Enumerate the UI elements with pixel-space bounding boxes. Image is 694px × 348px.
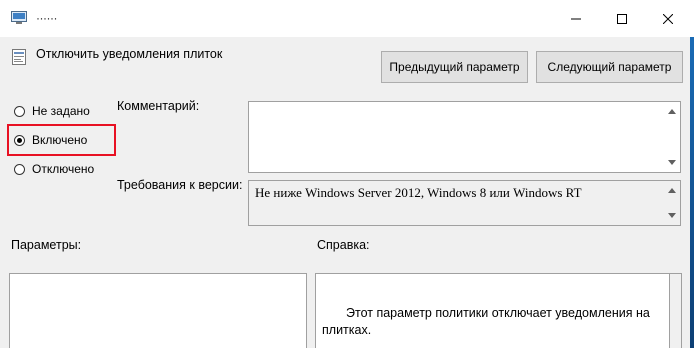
- params-panel[interactable]: [9, 273, 307, 348]
- policy-setting-icon: [12, 49, 26, 65]
- help-scrollbar[interactable]: [670, 273, 682, 348]
- help-label: Справка:: [317, 238, 370, 252]
- radio-not-configured[interactable]: Не задано: [14, 104, 90, 118]
- version-value: Не ниже Windows Server 2012, Windows 8 и…: [255, 185, 582, 200]
- scroll-up-icon[interactable]: [668, 188, 676, 193]
- close-icon: [663, 13, 673, 24]
- help-panel[interactable]: Этот параметр политики отключает уведомл…: [315, 273, 670, 348]
- radio-dot[interactable]: [14, 105, 25, 117]
- scroll-down-icon[interactable]: [668, 160, 676, 165]
- version-scrollbar[interactable]: [665, 182, 679, 224]
- radio-disabled[interactable]: Отключено: [14, 162, 94, 176]
- comment-scrollbar[interactable]: [665, 103, 679, 171]
- next-setting-button[interactable]: Следующий параметр: [536, 51, 683, 83]
- maximize-icon: [617, 13, 627, 24]
- comment-field[interactable]: [248, 101, 681, 173]
- setting-title: Отключить уведомления плиток: [36, 47, 223, 61]
- highlight-box: [7, 124, 116, 156]
- title-bar: ······: [0, 0, 694, 37]
- minimize-icon: [571, 18, 581, 19]
- minimize-button[interactable]: [553, 0, 599, 37]
- scroll-up-icon[interactable]: [668, 109, 676, 114]
- radio-label: Отключено: [32, 162, 95, 176]
- window-title: ······: [36, 11, 57, 25]
- scroll-down-icon[interactable]: [668, 213, 676, 218]
- version-label: Требования к версии:: [117, 178, 243, 192]
- close-button[interactable]: [645, 0, 691, 37]
- desktop-background-edge: [690, 37, 694, 348]
- params-label: Параметры:: [11, 238, 82, 252]
- radio-label: Не задано: [32, 104, 90, 118]
- comment-label: Комментарий:: [117, 99, 200, 113]
- version-field: Не ниже Windows Server 2012, Windows 8 и…: [248, 180, 681, 226]
- maximize-button[interactable]: [599, 0, 645, 37]
- previous-setting-button[interactable]: Предыдущий параметр: [381, 51, 528, 83]
- group-policy-icon: [11, 11, 27, 24]
- radio-dot[interactable]: [14, 163, 25, 175]
- help-text: Этот параметр политики отключает уведомл…: [322, 306, 650, 337]
